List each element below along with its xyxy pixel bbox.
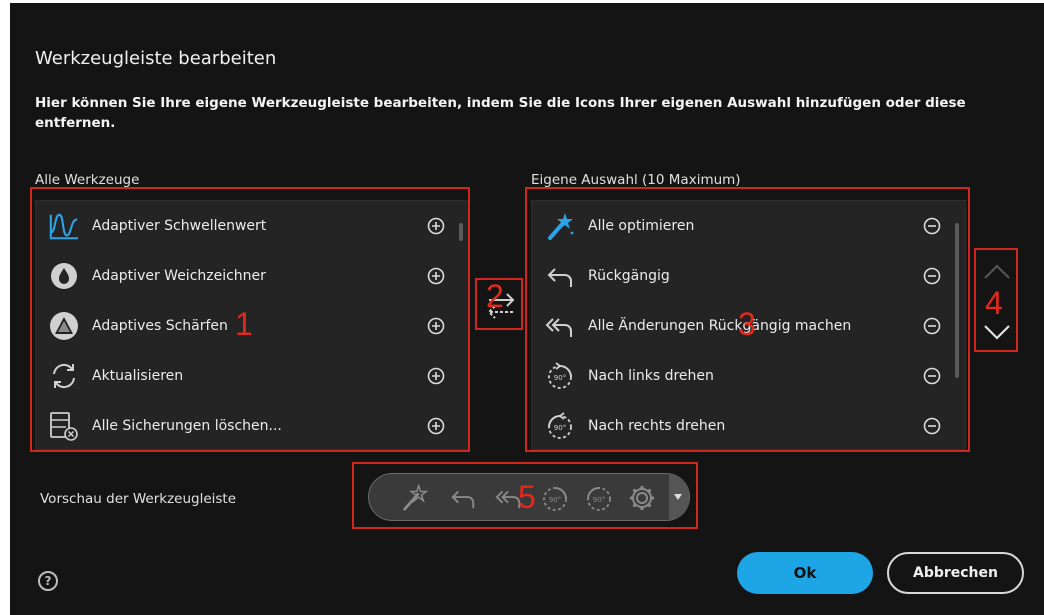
annotation-number-5: 5 [518,479,536,515]
annotation-number-3: 3 [738,306,756,342]
all-tools-label: Alle Werkzeuge [35,172,140,188]
dialog-title: Werkzeugleiste bearbeiten [35,48,277,69]
own-selection-label: Eigene Auswahl (10 Maximum) [531,172,741,188]
cancel-button[interactable]: Abbrechen [887,552,1024,594]
edit-toolbar-dialog: Werkzeugleiste bearbeiten Hier können Si… [10,3,1044,615]
annotation-number-1: 1 [235,306,253,342]
annotation-number-4: 4 [985,285,1003,321]
preview-label: Vorschau der Werkzeugleiste [40,491,237,507]
help-button[interactable]: ? [38,571,58,591]
annotation-number-2: 2 [486,278,504,314]
ok-button[interactable]: Ok [737,552,873,594]
dialog-description: Hier können Sie Ihre eigene Werkzeugleis… [35,95,966,131]
